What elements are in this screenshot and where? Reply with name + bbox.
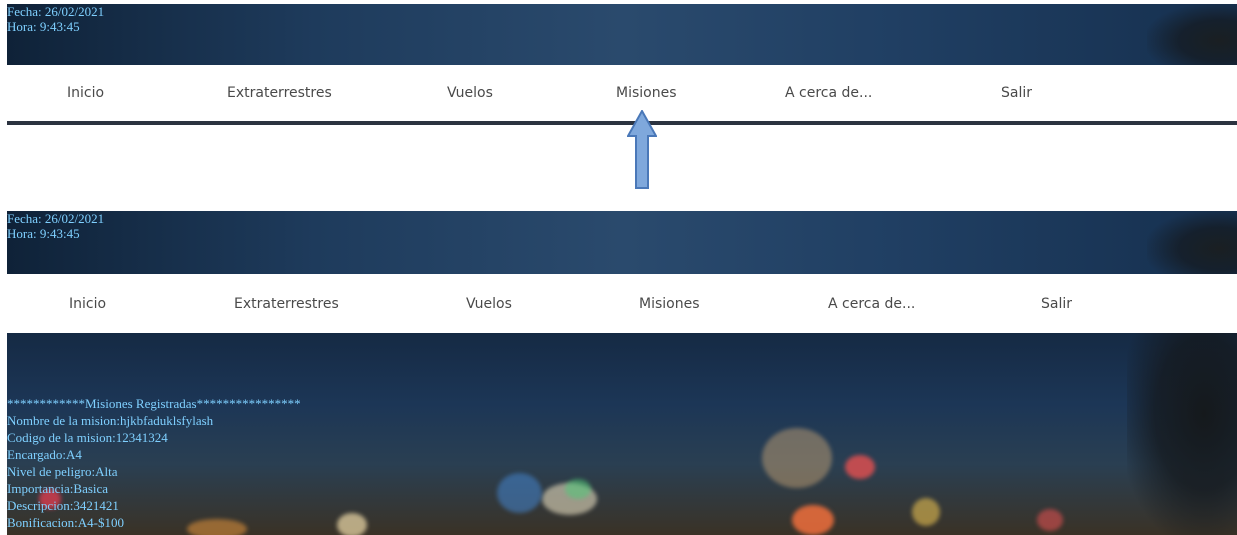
tree-silhouette bbox=[1147, 211, 1237, 274]
mission-details: ************Misiones Registradas********… bbox=[7, 395, 301, 531]
mission-importance: Importancia:Basica bbox=[7, 481, 109, 496]
nav-acerca[interactable]: A cerca de... bbox=[828, 274, 915, 333]
bokeh-light bbox=[337, 513, 367, 535]
nav-misiones[interactable]: Misiones bbox=[639, 274, 700, 333]
mission-name: Nombre de la mision:hjkbfaduklsfylash bbox=[7, 413, 214, 428]
date-label: Fecha: 26/02/2021 bbox=[7, 4, 105, 19]
nav-salir[interactable]: Salir bbox=[1001, 65, 1032, 121]
time-label: Hora: 9:43:45 bbox=[7, 226, 80, 241]
mission-manager: Encargado:A4 bbox=[7, 447, 82, 462]
bokeh-light bbox=[1037, 509, 1063, 531]
bokeh-light bbox=[565, 479, 591, 499]
header-banner-bottom: Fecha: 26/02/2021 Hora: 9:43:45 bbox=[7, 211, 1237, 274]
bokeh-light bbox=[762, 428, 832, 488]
header-banner-top: Fecha: 26/02/2021 Hora: 9:43:45 bbox=[7, 4, 1237, 65]
datetime-top: Fecha: 26/02/2021 Hora: 9:43:45 bbox=[7, 4, 104, 34]
up-arrow-icon bbox=[627, 110, 657, 189]
date-label: Fecha: 26/02/2021 bbox=[7, 211, 105, 226]
bokeh-light bbox=[792, 505, 834, 535]
mission-header: ************Misiones Registradas********… bbox=[7, 396, 301, 411]
nav-bar-bottom: Inicio Extraterrestres Vuelos Misiones A… bbox=[7, 274, 1237, 333]
datetime-bottom: Fecha: 26/02/2021 Hora: 9:43:45 bbox=[7, 211, 104, 241]
bokeh-light bbox=[912, 498, 940, 526]
nav-acerca[interactable]: A cerca de... bbox=[785, 65, 872, 121]
time-label: Hora: 9:43:45 bbox=[7, 19, 80, 34]
nav-vuelos[interactable]: Vuelos bbox=[466, 274, 512, 333]
nav-inicio[interactable]: Inicio bbox=[69, 274, 106, 333]
mission-danger: Nivel de peligro:Alta bbox=[7, 464, 118, 479]
nav-bar-top: Inicio Extraterrestres Vuelos Misiones A… bbox=[7, 65, 1237, 125]
mission-description: Descripcion:3421421 bbox=[7, 498, 119, 513]
city-bokeh-background: ************Misiones Registradas********… bbox=[7, 333, 1237, 535]
mission-code: Codigo de la mision:12341324 bbox=[7, 430, 168, 445]
tree-silhouette bbox=[1147, 4, 1237, 65]
tree-silhouette bbox=[1127, 333, 1237, 535]
nav-extraterrestres[interactable]: Extraterrestres bbox=[234, 274, 339, 333]
mission-bonus: Bonificacion:A4-$100 bbox=[7, 515, 124, 530]
bokeh-light bbox=[845, 455, 875, 479]
nav-vuelos[interactable]: Vuelos bbox=[447, 65, 493, 121]
nav-inicio[interactable]: Inicio bbox=[67, 65, 104, 121]
nav-salir[interactable]: Salir bbox=[1041, 274, 1072, 333]
bokeh-light bbox=[497, 473, 542, 513]
nav-extraterrestres[interactable]: Extraterrestres bbox=[227, 65, 332, 121]
